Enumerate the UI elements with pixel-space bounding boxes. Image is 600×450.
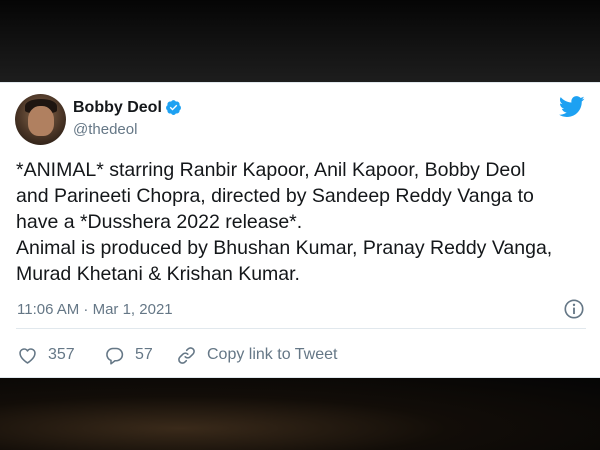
- tweet-timestamp[interactable]: 11:06 AM · Mar 1, 2021: [17, 301, 173, 318]
- avatar[interactable]: [15, 94, 66, 145]
- divider: [16, 328, 586, 329]
- like-count: 357: [48, 346, 75, 363]
- heart-icon: [19, 347, 36, 364]
- reply-icon: [106, 347, 124, 365]
- tweet-text-line: have a *Dusshera 2022 release*.: [16, 211, 303, 233]
- twitter-bird-icon[interactable]: [559, 96, 585, 118]
- copy-link-button[interactable]: Copy link to Tweet: [176, 343, 337, 367]
- reply-count: 57: [135, 346, 153, 363]
- link-icon: [178, 346, 195, 364]
- avatar-face: [28, 106, 54, 136]
- tweet-text-line: Animal is produced by Bhushan Kumar, Pra…: [16, 237, 553, 259]
- author-handle[interactable]: @thedeol: [73, 121, 137, 138]
- tweet-text-line: *ANIMAL* starring Ranbir Kapoor, Anil Ka…: [16, 159, 526, 181]
- tweet-card: Bobby Deol @thedeol *ANIMAL* starring Ra…: [0, 82, 600, 378]
- tweet-text-line: and Parineeti Chopra, directed by Sandee…: [16, 185, 534, 207]
- background-top: [0, 0, 600, 82]
- tweet-text: *ANIMAL* starring Ranbir Kapoor, Anil Ka…: [16, 157, 586, 287]
- author-name[interactable]: Bobby Deol: [73, 99, 162, 117]
- like-button[interactable]: 357: [17, 343, 75, 367]
- copy-link-label: Copy link to Tweet: [207, 346, 338, 363]
- info-icon[interactable]: [563, 298, 585, 320]
- tweet-text-line: Murad Khetani & Krishan Kumar.: [16, 263, 300, 285]
- verified-badge-icon: [166, 100, 181, 115]
- background-bottom: [0, 378, 600, 450]
- reply-button[interactable]: 57: [104, 343, 153, 367]
